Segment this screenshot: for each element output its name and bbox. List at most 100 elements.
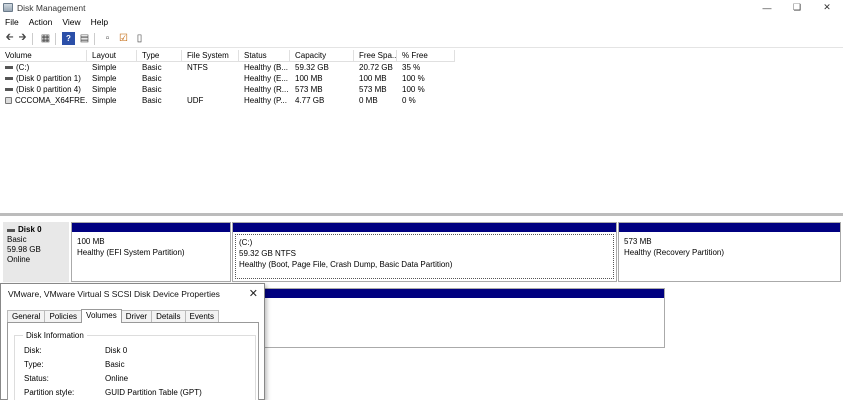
field-value: Disk 0 <box>105 346 128 355</box>
cell: 0 MB <box>359 96 378 105</box>
partition-drive-letter: (C:) <box>239 238 253 247</box>
cell: 573 MB <box>295 85 323 94</box>
cell: Simple <box>92 96 117 105</box>
partition-bar <box>72 223 230 232</box>
volume-list: Volume Layout Type File System Status Ca… <box>0 50 843 213</box>
partition-size: 59.32 GB NTFS <box>239 249 296 258</box>
volume-name: (C:) <box>16 63 30 72</box>
list-view-icon[interactable]: ▦ <box>39 32 52 45</box>
cell: 59.32 GB <box>295 63 329 72</box>
disk-type: Basic <box>7 235 27 244</box>
menu-view[interactable]: View <box>57 17 85 27</box>
col-file-system[interactable]: File System <box>182 50 239 62</box>
cell: Healthy (R... <box>244 85 289 94</box>
volume-list-header: Volume Layout Type File System Status Ca… <box>0 50 843 62</box>
menu-bar: File Action View Help <box>0 15 843 29</box>
cell: 573 MB <box>359 85 387 94</box>
cell: Simple <box>92 63 117 72</box>
check-icon[interactable]: ☑ <box>117 32 130 45</box>
field-value: GUID Partition Table (GPT) <box>105 388 202 397</box>
cell: 100 % <box>402 74 425 83</box>
toolbar-separator <box>55 32 56 45</box>
cell: UDF <box>187 96 204 105</box>
menu-action[interactable]: Action <box>24 17 58 27</box>
partition-recovery[interactable]: 573 MB Healthy (Recovery Partition) <box>618 222 841 282</box>
disk-icon <box>7 228 15 232</box>
cell: Healthy (B... <box>244 63 289 72</box>
cell: 4.77 GB <box>295 96 325 105</box>
partition-status: Healthy (Boot, Page File, Crash Dump, Ba… <box>239 260 453 269</box>
partition-size: 573 MB <box>624 237 652 246</box>
cell: 35 % <box>402 63 421 72</box>
group-title: Disk Information <box>23 331 87 340</box>
close-icon[interactable]: ✕ <box>812 0 842 15</box>
dialog-title-bar: VMware, VMware Virtual S SCSI Disk Devic… <box>1 284 264 304</box>
col-layout[interactable]: Layout <box>87 50 137 62</box>
cell: Simple <box>92 74 117 83</box>
cell: 100 MB <box>295 74 323 83</box>
col-percent-free[interactable]: % Free <box>397 50 455 62</box>
col-volume[interactable]: Volume <box>0 50 87 62</box>
col-status[interactable]: Status <box>239 50 290 62</box>
forward-arrow-icon[interactable]: 🡲 <box>16 32 29 45</box>
partition-efi[interactable]: 100 MB Healthy (EFI System Partition) <box>71 222 231 282</box>
volume-icon <box>5 66 13 70</box>
table-row[interactable]: (Disk 0 partition 1) Simple Basic Health… <box>0 73 843 84</box>
menu-file[interactable]: File <box>0 17 24 27</box>
volume-icon <box>5 77 13 81</box>
field-label: Type: <box>24 360 44 369</box>
col-free-space[interactable]: Free Spa... <box>354 50 397 62</box>
disk-status: Online <box>7 255 31 264</box>
disk-name: Disk 0 <box>18 225 42 234</box>
back-arrow-icon[interactable]: 🡰 <box>3 32 16 45</box>
close-icon[interactable]: ✕ <box>249 287 258 300</box>
optical-disc-icon <box>5 97 12 105</box>
minimize-icon[interactable]: — <box>752 0 782 15</box>
field-value: Online <box>105 374 129 383</box>
partition-status: Healthy (Recovery Partition) <box>624 248 725 257</box>
cell: Basic <box>142 85 162 94</box>
toolbar-separator <box>94 32 95 45</box>
cell <box>182 84 239 95</box>
partition-c[interactable]: (C:) 59.32 GB NTFS Healthy (Boot, Page F… <box>232 222 617 282</box>
toolbar-separator <box>32 32 33 45</box>
field-value: Basic <box>105 360 125 369</box>
volumes-tab-panel: Disk Information Disk: Disk 0 Type: Basi… <box>7 322 259 400</box>
disk-properties-dialog: VMware, VMware Virtual S SCSI Disk Devic… <box>0 283 265 400</box>
field-label: Disk: <box>24 346 42 355</box>
partition-bar <box>264 289 664 298</box>
tab-volumes[interactable]: Volumes <box>81 309 122 323</box>
partition-status: Healthy (EFI System Partition) <box>77 248 185 257</box>
volume-name: (Disk 0 partition 4) <box>16 85 81 94</box>
field-label: Partition style: <box>24 388 75 397</box>
col-capacity[interactable]: Capacity <box>290 50 354 62</box>
cell: 0 % <box>402 96 416 105</box>
properties-icon[interactable]: ▤ <box>78 32 91 45</box>
dialog-title: VMware, VMware Virtual S SCSI Disk Devic… <box>8 289 220 299</box>
col-type[interactable]: Type <box>137 50 182 62</box>
cell: Basic <box>142 96 162 105</box>
help-icon[interactable]: ? <box>62 32 75 45</box>
volume-icon <box>5 88 13 92</box>
dialog-tabs: General Policies Volumes Driver Details … <box>7 309 219 323</box>
cell: 100 MB <box>359 74 387 83</box>
table-row[interactable]: (C:) Simple Basic NTFS Healthy (B... 59.… <box>0 62 843 73</box>
table-row[interactable]: CCCOMA_X64FRE... Simple Basic UDF Health… <box>0 95 843 106</box>
table-row[interactable]: (Disk 0 partition 4) Simple Basic Health… <box>0 84 843 95</box>
toolbar: 🡰 🡲 ▦ ? ▤ ▫ ☑ ▯ <box>0 30 843 48</box>
cd-rom-partition[interactable] <box>263 288 665 348</box>
cell <box>182 73 239 84</box>
cell: Healthy (E... <box>244 74 289 83</box>
volume-name: (Disk 0 partition 1) <box>16 74 81 83</box>
cell: NTFS <box>187 63 208 72</box>
menu-help[interactable]: Help <box>86 17 113 27</box>
cell: Healthy (P... <box>244 96 287 105</box>
disk-management-icon <box>3 3 13 12</box>
more-icon[interactable]: ▯ <box>133 32 146 45</box>
connect-icon[interactable]: ▫ <box>101 32 114 45</box>
maximize-icon[interactable]: ❏ <box>782 0 812 15</box>
disk-0-label[interactable]: Disk 0 Basic 59.98 GB Online <box>3 222 69 282</box>
volume-name: CCCOMA_X64FRE... <box>15 96 87 105</box>
cell: 20.72 GB <box>359 63 393 72</box>
cell: Basic <box>142 63 162 72</box>
